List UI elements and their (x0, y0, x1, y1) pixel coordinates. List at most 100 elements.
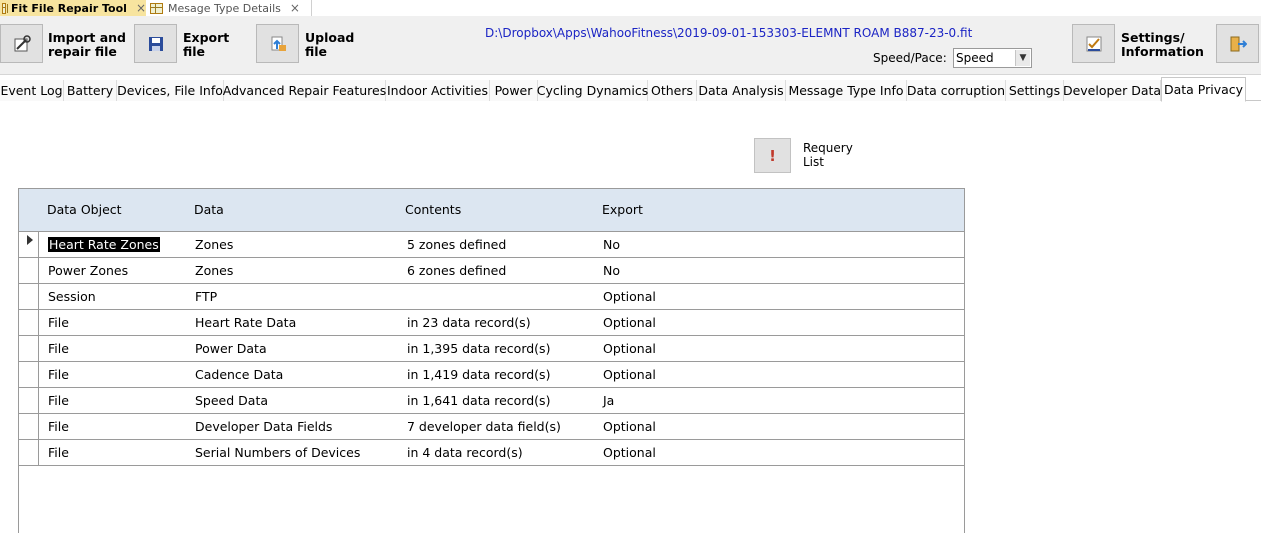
requery-list-label[interactable]: Requery List (803, 141, 853, 169)
cell-contents[interactable]: in 23 data record(s) (407, 315, 531, 330)
exit-button[interactable] (1216, 24, 1259, 63)
requery-list-button[interactable]: ! (754, 138, 791, 173)
table-row[interactable]: Power Zones Zones 6 zones defined No (19, 258, 964, 284)
column-header-contents[interactable]: Contents (405, 202, 461, 217)
tab-indoor-activities[interactable]: Indoor Activities (386, 80, 490, 101)
data-privacy-grid: Data Object Data Contents Export Heart R… (18, 188, 965, 533)
cell-data[interactable]: Zones (195, 237, 233, 252)
table-row[interactable]: Heart Rate Zones Zones 5 zones defined N… (19, 232, 964, 258)
cell-export[interactable]: Optional (603, 315, 656, 330)
settings-information-label[interactable]: Settings/ Information (1121, 31, 1204, 59)
tab-battery[interactable]: Battery (64, 80, 117, 101)
upload-file-label[interactable]: Upload file (305, 31, 354, 59)
settings-check-icon (1086, 36, 1101, 51)
form-icon (2, 2, 9, 14)
row-selector[interactable] (19, 336, 39, 361)
table-icon (150, 2, 163, 14)
column-header-export[interactable]: Export (602, 202, 643, 217)
row-selector[interactable] (19, 440, 39, 465)
table-row[interactable]: File Developer Data Fields 7 developer d… (19, 414, 964, 440)
toolbar: Import and repair file Export file Uploa… (0, 16, 1261, 75)
cell-data[interactable]: Speed Data (195, 393, 268, 408)
table-row[interactable]: File Power Data in 1,395 data record(s) … (19, 336, 964, 362)
cell-contents[interactable]: 5 zones defined (407, 237, 506, 252)
cell-export[interactable]: Optional (603, 419, 656, 434)
cell-data-object[interactable]: File (48, 341, 69, 356)
row-selector[interactable] (19, 310, 39, 335)
table-row[interactable]: Session FTP Optional (19, 284, 964, 310)
doc-tab-message-type-details[interactable]: Mesage Type Details × (148, 0, 312, 16)
doc-tab-label: Fit File Repair Tool (11, 1, 127, 15)
close-icon[interactable]: × (290, 1, 300, 15)
tab-others[interactable]: Others (648, 80, 697, 101)
speed-pace-select[interactable]: Speed ▼ (953, 48, 1032, 68)
cell-data-object[interactable]: Power Zones (48, 263, 128, 278)
cell-export[interactable]: No (603, 263, 620, 278)
row-selector[interactable] (19, 388, 39, 413)
floppy-disk-icon (148, 36, 163, 51)
cell-export[interactable]: Optional (603, 289, 656, 304)
row-selector[interactable] (19, 284, 39, 309)
column-header-data-object[interactable]: Data Object (47, 202, 122, 217)
cell-contents[interactable]: in 1,419 data record(s) (407, 367, 550, 382)
import-repair-label[interactable]: Import and repair file (48, 31, 126, 59)
cell-contents[interactable]: 7 developer data field(s) (407, 419, 561, 434)
cell-export[interactable]: Ja (603, 393, 614, 408)
cell-contents[interactable]: 6 zones defined (407, 263, 506, 278)
cell-data-object[interactable]: File (48, 445, 69, 460)
tab-cycling-dynamics[interactable]: Cycling Dynamics (537, 80, 648, 101)
row-selector[interactable] (19, 362, 39, 387)
table-row[interactable]: File Speed Data in 1,641 data record(s) … (19, 388, 964, 414)
exit-door-icon (1230, 36, 1247, 51)
cell-data[interactable]: Serial Numbers of Devices (195, 445, 360, 460)
export-file-button[interactable] (134, 24, 177, 63)
column-header-data[interactable]: Data (194, 202, 224, 217)
cell-data[interactable]: Cadence Data (195, 367, 283, 382)
tab-power[interactable]: Power (490, 80, 538, 101)
cell-data-object[interactable]: File (48, 419, 69, 434)
cell-export[interactable]: Optional (603, 341, 656, 356)
settings-information-button[interactable] (1072, 24, 1115, 63)
cell-data[interactable]: Zones (195, 263, 233, 278)
chevron-down-icon[interactable]: ▼ (1015, 50, 1030, 66)
cell-data-object[interactable]: File (48, 315, 69, 330)
tab-event-log[interactable]: Event Log (0, 80, 64, 101)
doc-tab-label: Mesage Type Details (168, 1, 281, 15)
tab-developer-data[interactable]: Developer Data (1063, 80, 1161, 101)
cell-data-object[interactable]: Session (48, 289, 96, 304)
cell-data[interactable]: Developer Data Fields (195, 419, 332, 434)
table-row[interactable]: File Cadence Data in 1,419 data record(s… (19, 362, 964, 388)
row-selector[interactable] (19, 258, 39, 283)
cell-contents[interactable]: in 1,641 data record(s) (407, 393, 550, 408)
doc-tab-fit-file-repair-tool[interactable]: Fit File Repair Tool × (0, 0, 146, 16)
cell-data-object[interactable]: File (48, 393, 69, 408)
wrench-file-icon (14, 34, 31, 51)
close-icon[interactable]: × (136, 1, 146, 15)
cell-export[interactable]: Optional (603, 367, 656, 382)
tab-data-privacy[interactable]: Data Privacy (1161, 77, 1246, 102)
cell-contents[interactable]: in 4 data record(s) (407, 445, 523, 460)
export-file-label[interactable]: Export file (183, 31, 229, 59)
tab-data-analysis[interactable]: Data Analysis (697, 80, 786, 101)
cell-contents[interactable]: in 1,395 data record(s) (407, 341, 550, 356)
file-path: D:\Dropbox\Apps\WahooFitness\2019-09-01-… (485, 26, 973, 40)
cell-export[interactable]: Optional (603, 445, 656, 460)
cell-data[interactable]: Heart Rate Data (195, 315, 296, 330)
cell-export[interactable]: No (603, 237, 620, 252)
exclamation-icon: ! (769, 146, 776, 165)
tab-data-corruption[interactable]: Data corruption (907, 80, 1006, 101)
cell-data-object[interactable]: Heart Rate Zones (48, 237, 160, 252)
cell-data-object[interactable]: File (48, 367, 69, 382)
table-row[interactable]: File Heart Rate Data in 23 data record(s… (19, 310, 964, 336)
tab-message-type-info[interactable]: Message Type Info (786, 80, 907, 101)
tab-settings[interactable]: Settings (1006, 80, 1064, 101)
row-selector[interactable] (19, 414, 39, 439)
import-repair-button[interactable] (0, 24, 43, 63)
table-row[interactable]: File Serial Numbers of Devices in 4 data… (19, 440, 964, 466)
tab-devices-file-info[interactable]: Devices, File Info (117, 80, 224, 101)
cell-data[interactable]: FTP (195, 289, 217, 304)
cell-data[interactable]: Power Data (195, 341, 267, 356)
upload-file-button[interactable] (256, 24, 299, 63)
row-selector[interactable] (19, 232, 39, 257)
tab-advanced-repair-features[interactable]: Advanced Repair Features (223, 80, 386, 101)
